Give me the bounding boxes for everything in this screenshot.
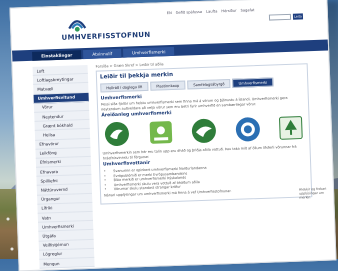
toplink-5[interactable]: Sagafat [241,8,255,12]
tab-samfelagsabyrgd[interactable]: Samfélagsábyrgð [187,78,231,90]
bird-label-icon[interactable] [190,118,217,145]
toplink-3[interactable]: Laufta [206,9,217,13]
top-links: EN Gefið spáfossa Laufta Hérsíður Sagafa… [167,8,255,15]
tab-hollrad[interactable]: Hollráð í daglegu lífi [100,81,149,93]
logo-text[interactable]: UMHVERFISSTOFNUN [61,31,150,42]
fsc-label-icon[interactable] [277,115,304,142]
toplink-2[interactable]: Gefið spáfossa [176,10,202,15]
tab-umhverfismerki[interactable]: Umhverfismerki [232,77,274,88]
sidebar: Loft Loftlagsbreytingar Matvæli Umhverfisvi… [32,64,95,269]
logo-icon[interactable] [67,14,88,35]
tab-plastinnkaup[interactable]: Plastinnkaup [150,80,186,91]
blue-angel-icon[interactable] [234,116,261,143]
toplink-en[interactable]: EN [167,11,172,15]
content-panel: Leiðir til þekkja merkin Hollráð í dagle… [95,63,313,205]
eu-flower-icon[interactable] [147,119,174,146]
swan-label-icon[interactable] [104,121,131,148]
aside-text: Hlekkir og frekari upplýsingar um merkin [298,186,327,201]
toplink-4[interactable]: Hérsíður [221,9,236,14]
sidebar-item[interactable]: Mengun [39,257,95,269]
search-input[interactable] [268,13,292,21]
page-body: Loft Loftlagsbreytingar Matvæli Umhverfisvi… [12,51,335,270]
webpage: UMHVERFISSTOFNUN EN Gefið spáfossa Lauft… [9,0,337,271]
search-button[interactable]: Leita [292,13,304,20]
main-content: Forsíða > Græn Skref > Leiðir til aðila … [95,57,326,266]
